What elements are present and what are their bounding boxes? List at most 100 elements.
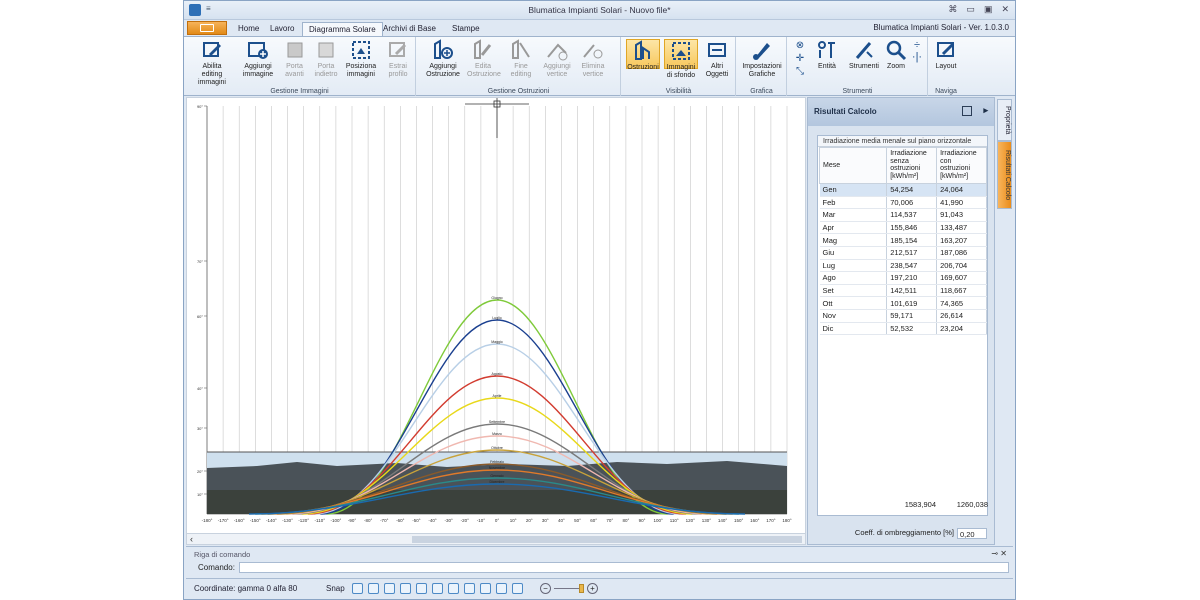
- estrai-profilo-button[interactable]: Estrai profilo: [384, 39, 412, 79]
- snap-toggle-icon[interactable]: [464, 583, 475, 594]
- curve-label: Giugno: [491, 296, 502, 300]
- x-tick-label: -40°: [428, 518, 437, 523]
- zoom-slider[interactable]: − +: [540, 583, 600, 595]
- altri-oggetti-button[interactable]: Altri Oggetti: [702, 39, 732, 79]
- table-row[interactable]: Ott 101,619 74,365: [819, 296, 987, 310]
- x-tick-label: 0°: [495, 518, 500, 523]
- table-row[interactable]: Mar 114,537 91,043: [819, 208, 987, 222]
- table-row[interactable]: Giu 212,517 187,086: [819, 246, 987, 260]
- tab-archivi-di-base[interactable]: Archivi di Base: [377, 22, 442, 36]
- edita-ostruzione-button[interactable]: Edita Ostruzione: [467, 39, 501, 79]
- expand-arrow-icon[interactable]: ▸: [983, 105, 988, 116]
- group-strumenti: ⊗ ✛ ⤡ Entità Strumenti Zoom ÷ ·|· Strumenti: [788, 37, 928, 96]
- x-tick-label: -70°: [380, 518, 389, 523]
- tab-home[interactable]: Home: [232, 22, 265, 36]
- x-tick-label: -110°: [315, 518, 326, 523]
- snap-toggle-icon[interactable]: [512, 583, 523, 594]
- solar-diagram[interactable]: -180° -170° -160° -150° -140° -130° -120° -110°…: [187, 98, 806, 534]
- immagini-sfondo-toggle[interactable]: Immagini di sfondo: [664, 39, 698, 79]
- solar-diagram-canvas[interactable]: -180° -170° -160° -150° -140° -130° -120° -110°…: [186, 97, 806, 534]
- side-tab-risultati[interactable]: Risultati Calcolo: [997, 141, 1012, 209]
- x-tick-label: -50°: [412, 518, 421, 523]
- results-table-box: Irradiazione media menale sul piano oriz…: [817, 135, 988, 516]
- cell-senza: 114,537: [886, 208, 938, 222]
- zoom-button[interactable]: Zoom: [884, 39, 908, 71]
- snap-toggle-icon[interactable]: [448, 583, 459, 594]
- table-row[interactable]: Gen 54,254 24,064: [819, 183, 987, 197]
- table-row[interactable]: Set 142,511 118,667: [819, 284, 987, 298]
- x-tick-label: 90°: [639, 518, 646, 523]
- y-tick-label: 40°: [197, 386, 203, 391]
- table-row[interactable]: Mag 185,154 163,207: [819, 233, 987, 247]
- crosshair-icon: ⊗ ✛ ⤡: [795, 40, 805, 77]
- cell-con: 24,064: [936, 183, 987, 197]
- scroll-thumb[interactable]: [412, 536, 802, 543]
- horizontal-scrollbar[interactable]: ‹: [186, 533, 806, 545]
- background-image-icon: [670, 40, 692, 62]
- strumenti-button[interactable]: Strumenti: [848, 39, 880, 71]
- close-button[interactable]: ✕: [1001, 4, 1009, 15]
- cell-mese: Ott: [819, 296, 888, 310]
- layout-button[interactable]: Layout: [931, 39, 961, 71]
- help-icon[interactable]: ⌘: [948, 4, 957, 15]
- snap-tools-button[interactable]: ⊗ ✛ ⤡: [792, 39, 808, 81]
- table-row[interactable]: Feb 70,006 41,990: [819, 196, 987, 210]
- impostazioni-grafiche-button[interactable]: Impostazioni Grafiche: [739, 39, 785, 79]
- table-row[interactable]: Apr 155,846 133,487: [819, 221, 987, 235]
- export-icon[interactable]: [962, 106, 972, 116]
- posiziona-immagini-button[interactable]: Posiziona immagini: [344, 39, 378, 79]
- results-panel: Risultati Calcolo ▸ Irradiazione media m…: [807, 97, 995, 545]
- scroll-left-icon[interactable]: ‹: [190, 534, 193, 544]
- snap-toggle-icon[interactable]: [432, 583, 443, 594]
- cell-senza: 54,254: [886, 183, 938, 197]
- table-row[interactable]: Nov 59,171 26,614: [819, 309, 987, 323]
- ostruzioni-toggle[interactable]: Ostruzioni: [626, 39, 660, 71]
- measure-tools-button[interactable]: ÷ ·|·: [910, 39, 924, 63]
- aggiungi-immagine-button[interactable]: Aggiungi immagine: [239, 39, 277, 79]
- send-backward-icon: [315, 39, 337, 61]
- tab-diagramma-solare[interactable]: Diagramma Solare: [302, 22, 383, 36]
- curve-label: Maggio: [491, 340, 503, 344]
- snap-toggle-icon[interactable]: [496, 583, 507, 594]
- aggiungi-vertice-button[interactable]: Aggiungi vertice: [541, 39, 573, 79]
- snap-toggle-icon[interactable]: [400, 583, 411, 594]
- snap-toggle-icon[interactable]: [352, 583, 363, 594]
- y-tick-label: 90°: [197, 104, 203, 109]
- porta-avanti-button[interactable]: Porta avanti: [282, 39, 307, 79]
- coeff-value: 0,20: [957, 528, 987, 539]
- curve-label: Agosto: [492, 372, 503, 376]
- table-row[interactable]: Ago 197,210 169,607: [819, 271, 987, 285]
- entita-button[interactable]: Entità: [812, 39, 842, 71]
- table-row[interactable]: Lug 238,547 206,704: [819, 259, 987, 273]
- x-tick-label: -90°: [348, 518, 357, 523]
- fine-editing-button[interactable]: Fine editing: [503, 39, 539, 79]
- x-tick-label: -20°: [461, 518, 470, 523]
- minimize-button[interactable]: ▭: [966, 4, 975, 15]
- zoom-out-icon[interactable]: −: [540, 583, 551, 594]
- elimina-vertice-button[interactable]: Elimina vertice: [577, 39, 609, 79]
- tab-stampe[interactable]: Stampe: [446, 22, 486, 36]
- aggiungi-ostruzione-button[interactable]: Aggiungi Ostruzione: [423, 39, 463, 79]
- command-input[interactable]: [239, 562, 1009, 573]
- group-visibilita: Ostruzioni Immagini di sfondo Altri Ogge…: [622, 37, 736, 96]
- maximize-button[interactable]: ▣: [984, 4, 993, 15]
- zoom-in-icon[interactable]: +: [587, 583, 598, 594]
- snap-toggle-icon[interactable]: [480, 583, 491, 594]
- cell-con: 163,207: [936, 233, 987, 247]
- command-panel-controls[interactable]: ⊸ ✕: [991, 549, 1007, 558]
- side-tab-proprieta[interactable]: Proprietà: [997, 99, 1012, 141]
- zoom-knob[interactable]: [579, 584, 584, 593]
- x-tick-label: -60°: [396, 518, 405, 523]
- position-image-icon: [350, 39, 372, 61]
- porta-indietro-button[interactable]: Porta indietro: [312, 39, 340, 79]
- snap-toggle-icon[interactable]: [416, 583, 427, 594]
- results-caption: Irradiazione media menale sul piano oriz…: [818, 136, 987, 147]
- delete-vertex-icon: [582, 39, 604, 61]
- tab-lavoro[interactable]: Lavoro: [264, 22, 300, 36]
- snap-toggle-icon[interactable]: [368, 583, 379, 594]
- snap-toggle-icon[interactable]: [384, 583, 395, 594]
- cell-senza: 197,210: [886, 271, 938, 285]
- file-menu-button[interactable]: [187, 21, 227, 35]
- abilita-editing-button[interactable]: Abilita editing immagini: [192, 39, 232, 87]
- table-row[interactable]: Dic 52,532 23,204: [819, 322, 987, 336]
